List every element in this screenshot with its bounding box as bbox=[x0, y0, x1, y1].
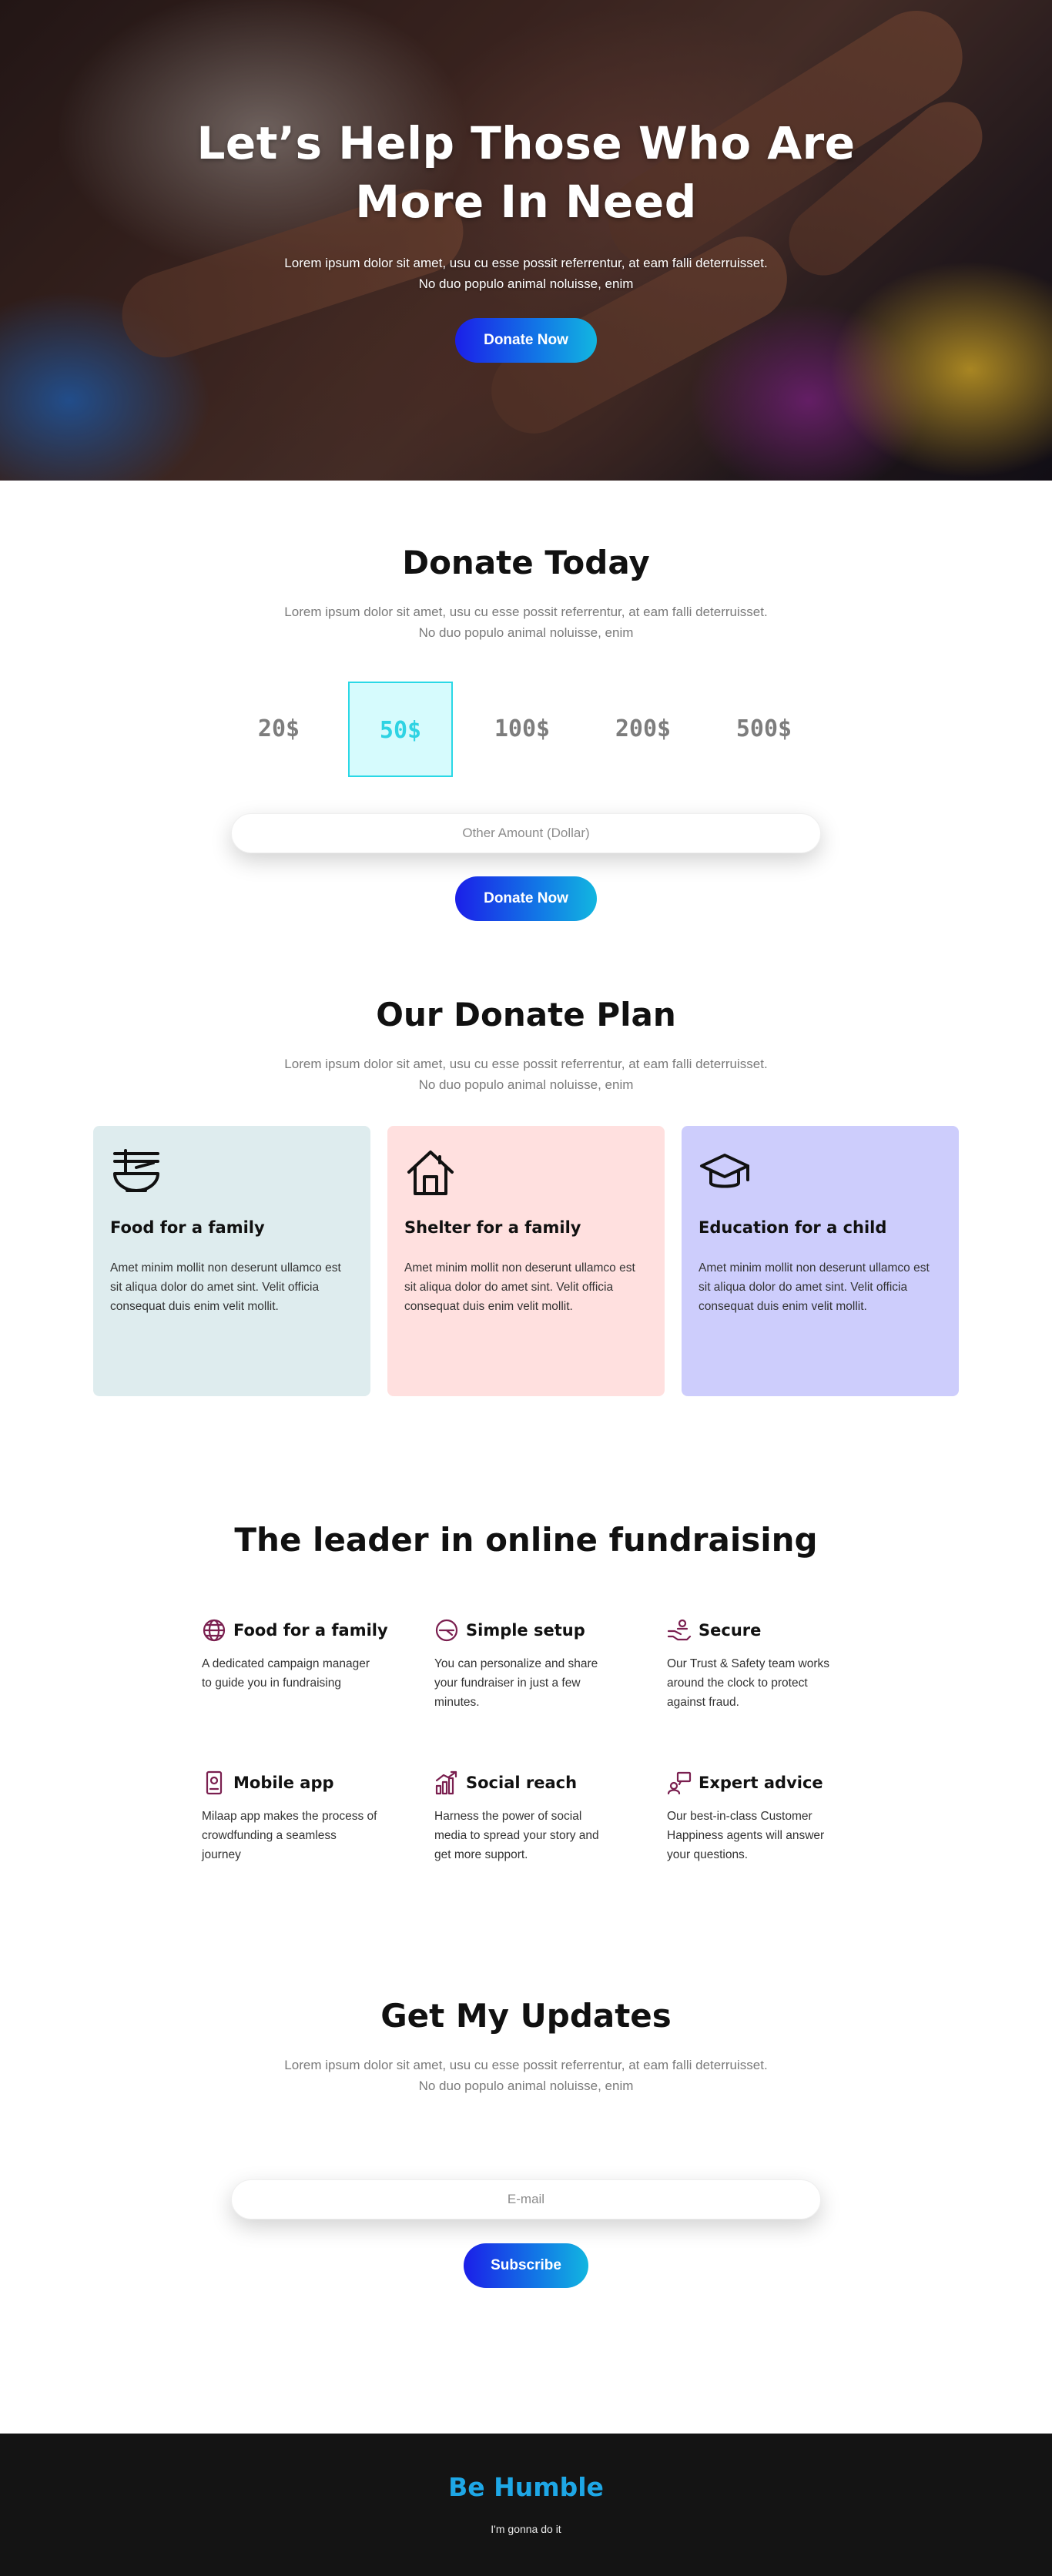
plan-card-title: Shelter for a family bbox=[404, 1218, 581, 1237]
leader-title: The leader in online fundraising bbox=[234, 1521, 818, 1559]
feature-title: Mobile app bbox=[233, 1774, 334, 1792]
feature-text: A dedicated campaign manager to guide yo… bbox=[202, 1657, 370, 1690]
donate-plan-title: Our Donate Plan bbox=[376, 996, 676, 1033]
hero-overlay bbox=[0, 0, 1052, 481]
feature-text: Our Trust & Safety team works around the… bbox=[667, 1657, 830, 1709]
plan-card-text: Amet minim mollit non deserunt ullamco e… bbox=[699, 1261, 930, 1313]
updates-subtitle: Lorem ipsum dolor sit amet, usu cu esse … bbox=[284, 2058, 768, 2093]
updates-title: Get My Updates bbox=[380, 1997, 672, 2035]
plan-card-text: Amet minim mollit non deserunt ullamco e… bbox=[110, 1261, 341, 1313]
hero-donate-button[interactable]: Donate Now bbox=[455, 318, 597, 363]
feature-text: Our best-in-class Customer Happiness age… bbox=[667, 1810, 825, 1861]
feature-text: Harness the power of social media to spr… bbox=[434, 1810, 599, 1861]
plan-card-title: Food for a family bbox=[110, 1218, 265, 1237]
feature-text: You can personalize and share your fundr… bbox=[434, 1657, 598, 1709]
donate-today-title: Donate Today bbox=[402, 544, 650, 581]
advisor-chat-icon bbox=[667, 1771, 692, 1795]
hero-title-line: Let’s Help Those Who Are bbox=[196, 117, 856, 169]
plan-card-education[interactable]: Education for a child Amet minim mollit … bbox=[682, 1126, 959, 1396]
house-icon bbox=[407, 1151, 454, 1195]
feature-title: Food for a family bbox=[233, 1621, 388, 1640]
hero-title-line: More In Need bbox=[355, 176, 697, 228]
noodle-bowl-icon bbox=[113, 1149, 159, 1192]
footer-brand[interactable]: Be Humble bbox=[0, 2472, 1052, 2502]
footer: Be Humble I'm gonna do it bbox=[0, 2434, 1052, 2576]
hero-title: Let’s Help Those Who Are More In Need bbox=[0, 114, 1052, 231]
amount-option[interactable]: 20$ bbox=[226, 682, 331, 777]
feature-title: Simple setup bbox=[466, 1621, 585, 1640]
feature-title: Social reach bbox=[466, 1774, 578, 1792]
plan-card-food[interactable]: Food for a family Amet minim mollit non … bbox=[93, 1126, 370, 1396]
footer-tagline: I'm gonna do it bbox=[491, 2523, 561, 2535]
hero-subtitle: Lorem ipsum dolor sit amet, usu cu esse … bbox=[284, 256, 768, 291]
feature-title: Secure bbox=[699, 1621, 762, 1640]
mobile-app-icon bbox=[206, 1770, 223, 1795]
email-input[interactable] bbox=[231, 2179, 821, 2219]
plan-card-title: Education for a child bbox=[699, 1218, 887, 1237]
page: Let’s Help Those Who Are More In Need Lo… bbox=[0, 0, 1052, 2576]
feature-text: Milaap app makes the process of crowdfun… bbox=[202, 1810, 377, 1861]
growth-chart-icon bbox=[435, 1770, 457, 1795]
other-amount-input[interactable] bbox=[231, 813, 821, 853]
amount-option[interactable]: 500$ bbox=[712, 682, 816, 777]
plan-card-shelter[interactable]: Shelter for a family Amet minim mollit n… bbox=[387, 1126, 665, 1396]
donate-today-subtitle: Lorem ipsum dolor sit amet, usu cu esse … bbox=[284, 605, 768, 640]
graduation-cap-icon bbox=[700, 1154, 749, 1188]
amount-option-selected[interactable]: 50$ bbox=[348, 682, 453, 777]
subscribe-button[interactable]: Subscribe bbox=[464, 2243, 588, 2288]
feature-title: Expert advice bbox=[699, 1774, 823, 1792]
plan-card-text: Amet minim mollit non deserunt ullamco e… bbox=[404, 1261, 635, 1313]
amount-option[interactable]: 100$ bbox=[470, 682, 575, 777]
donate-now-button[interactable]: Donate Now bbox=[455, 876, 597, 921]
hand-shield-icon bbox=[667, 1619, 692, 1641]
globe-icon bbox=[203, 1619, 226, 1642]
gauge-icon bbox=[435, 1619, 458, 1642]
amount-option[interactable]: 200$ bbox=[591, 682, 695, 777]
hero-banner: Let’s Help Those Who Are More In Need Lo… bbox=[0, 0, 1052, 481]
donate-plan-subtitle: Lorem ipsum dolor sit amet, usu cu esse … bbox=[284, 1057, 768, 1092]
